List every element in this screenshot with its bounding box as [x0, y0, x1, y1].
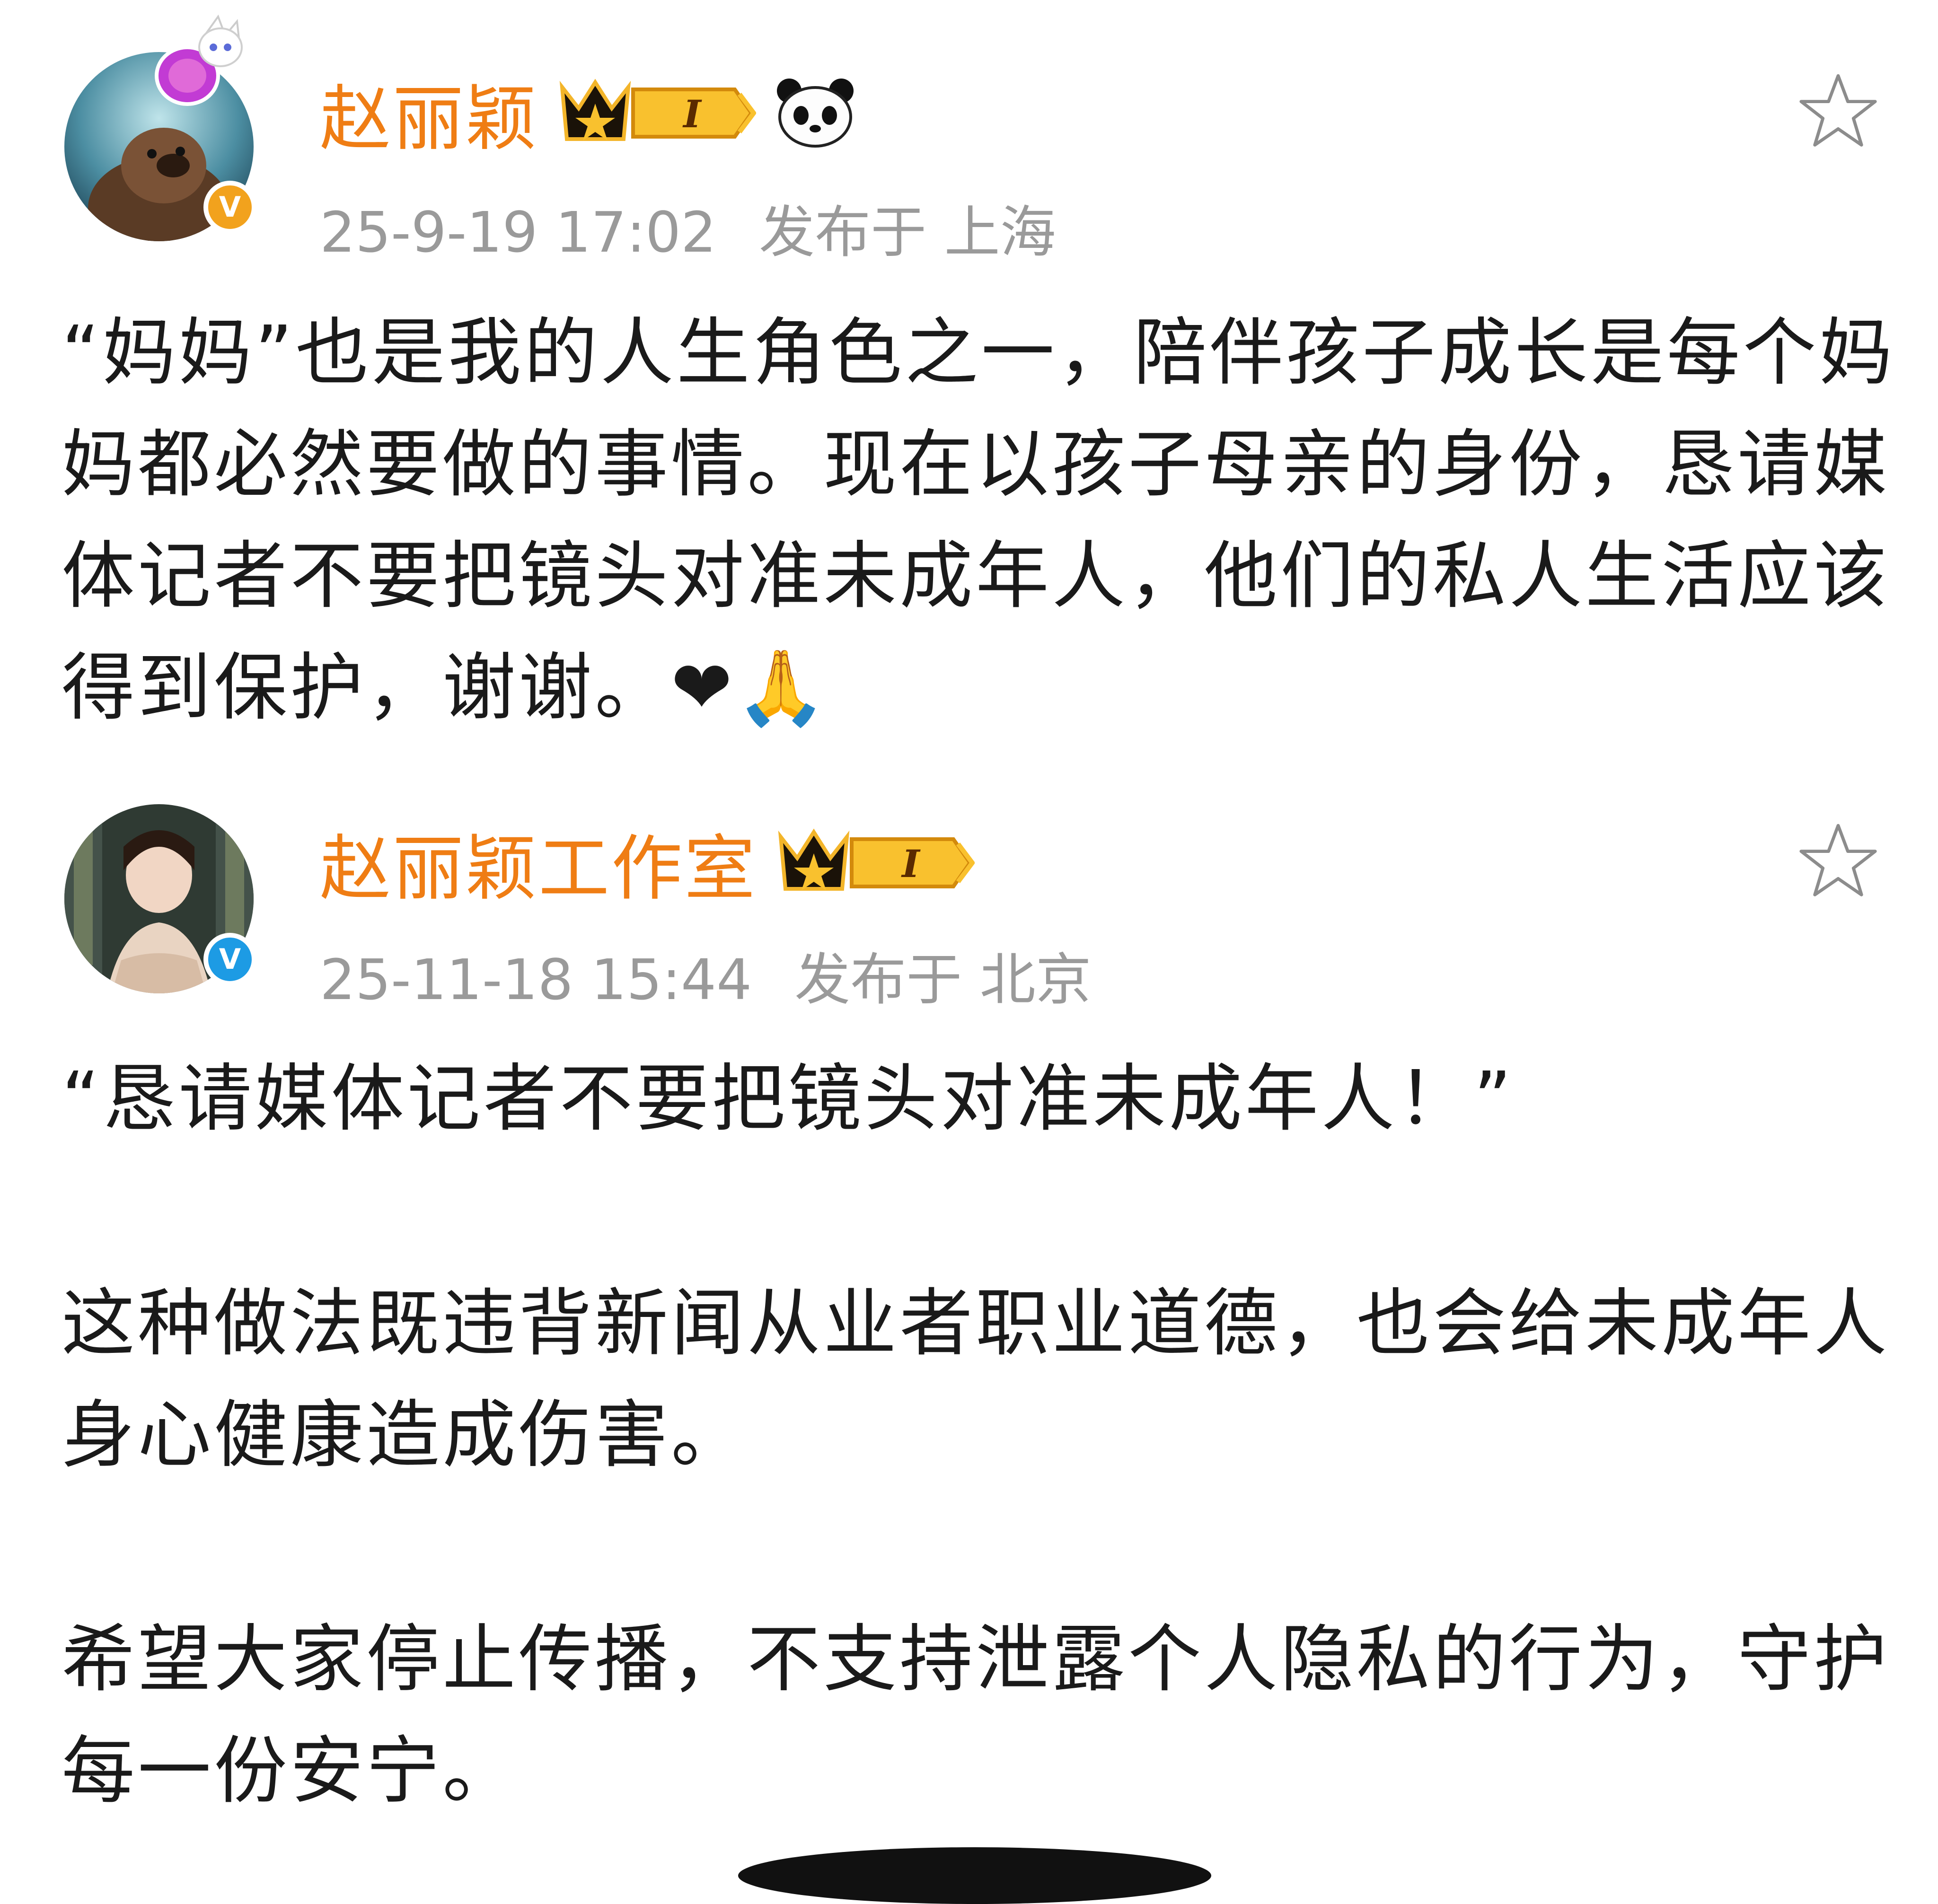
favorite-star-icon[interactable] — [1798, 71, 1878, 151]
timestamp: 25-11-18 15:44 — [320, 947, 752, 1012]
post-body-paragraph: 这种做法既违背新闻从业者职业道德，也会给未成年人身心健康造成伤害。 — [62, 1281, 1890, 1478]
verified-badge: V — [203, 933, 256, 986]
author-name[interactable]: 赵丽颖 — [320, 61, 538, 164]
post-body-paragraph: 希望大家停止传播，不支持泄露个人隐私的行为，守护每一份安宁。 — [62, 1616, 1890, 1814]
svg-text:I: I — [901, 842, 921, 886]
svg-text:I: I — [682, 92, 702, 136]
avatar-pendant-icon — [155, 14, 243, 106]
panda-icon — [775, 77, 855, 149]
post-body: “妈妈”也是我的人生角色之一，陪伴孩子成长是每个妈妈都必然要做的事情。现在以孩子… — [62, 310, 1895, 730]
avatar[interactable]: V — [64, 804, 256, 993]
avatar[interactable]: V — [64, 14, 256, 241]
location: 发布于 上海 — [759, 200, 1056, 265]
verified-badge: V — [203, 181, 256, 234]
bottom-overlay-shape — [738, 1847, 1211, 1904]
author-name[interactable]: 赵丽颖工作室 — [320, 811, 757, 914]
crown-level-badge[interactable]: I — [557, 73, 757, 153]
favorite-star-icon[interactable] — [1798, 821, 1878, 901]
post-meta: 25-9-19 17:02 发布于 上海 — [320, 187, 1056, 268]
timestamp: 25-9-19 17:02 — [320, 200, 717, 265]
post-meta: 25-11-18 15:44 发布于 北京 — [320, 934, 1092, 1015]
post-body-paragraph: “恳请媒体记者不要把镜头对准未成年人！” — [62, 1056, 1515, 1141]
crown-level-badge[interactable]: I — [776, 823, 975, 903]
location: 发布于 北京 — [794, 947, 1092, 1012]
